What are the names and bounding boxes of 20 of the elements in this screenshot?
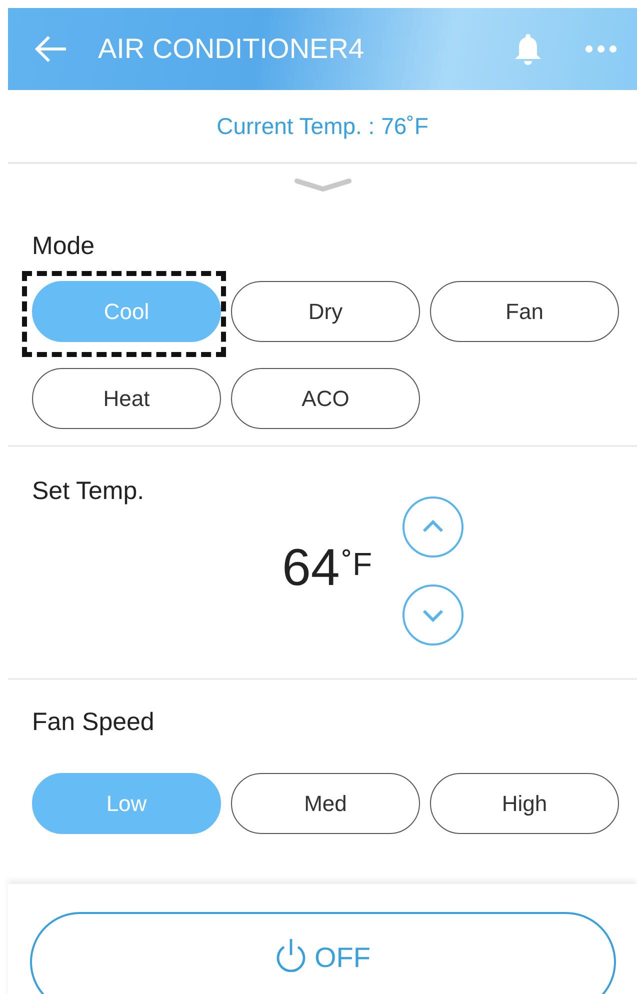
section-label: Mode [32,232,96,261]
power-icon [274,938,306,972]
set-temperature: 64 [282,538,340,598]
current-temperature: Current Temp. : 76˚F [216,112,428,140]
increase-temperature-button[interactable] [402,496,464,558]
mode-option[interactable]: Heat [32,368,221,429]
chevron-down-icon[interactable] [294,178,352,192]
temperature-unit: ˚F [342,546,372,583]
mode-option[interactable]: Fan [430,281,619,342]
fan-speed-option[interactable]: Med [231,773,420,834]
mode-option[interactable]: ACO [231,368,420,429]
more-icon[interactable] [585,45,617,53]
bell-icon[interactable] [513,33,543,65]
section-label: Set Temp. [32,477,146,506]
decrease-temperature-button[interactable] [402,584,464,646]
fan-speed-option[interactable]: High [430,773,619,834]
screen-title: AIR CONDITIONER4 [98,33,366,65]
mode-option[interactable]: Dry [231,281,420,342]
back-arrow-icon[interactable] [34,35,68,63]
section-label: Fan Speed [32,708,156,737]
